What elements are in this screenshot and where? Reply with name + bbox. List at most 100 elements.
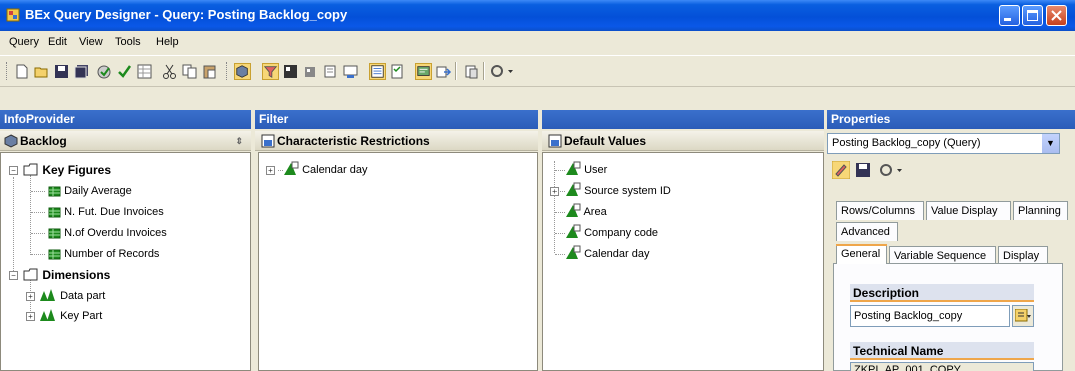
save-all-icon[interactable]	[73, 63, 90, 80]
dimension-icon	[40, 309, 55, 321]
cube-icon	[4, 134, 18, 148]
tab-value-display[interactable]: Value Display	[926, 201, 1011, 220]
key-figure-icon	[48, 228, 61, 239]
toolbar	[0, 55, 1075, 87]
properties-header: Properties	[827, 110, 1075, 129]
window-title: BEx Query Designer - Query: Posting Back…	[25, 7, 348, 22]
cut-icon[interactable]	[161, 63, 178, 80]
exceptions-icon[interactable]	[342, 63, 359, 80]
tools-dropdown-icon[interactable]	[489, 63, 515, 80]
description-label: Description	[850, 284, 1034, 302]
tools-dropdown-icon[interactable]	[878, 162, 904, 178]
expand-calendar-day-restriction[interactable]: +	[266, 166, 275, 175]
default-value-source-system-id[interactable]: Source system ID	[555, 182, 671, 200]
toolbar-separator	[455, 62, 457, 80]
menu-tools[interactable]: Tools	[115, 36, 141, 48]
tab-planning[interactable]: Planning	[1013, 201, 1068, 220]
toolbar-grip-2[interactable]	[226, 62, 229, 80]
folder-icon	[23, 268, 38, 281]
tasks-icon[interactable]	[389, 63, 406, 80]
folder-icon	[23, 163, 38, 176]
key-figure-icon	[48, 207, 61, 218]
check-icon[interactable]	[96, 63, 113, 80]
default-value-calendar-day[interactable]: Calendar day	[555, 245, 650, 263]
technical-name-field: ZKPI_AP_001_COPY	[850, 362, 1034, 371]
tree-node-key-figures[interactable]: Key Figures	[23, 161, 111, 179]
maximize-button[interactable]	[1022, 5, 1043, 26]
cells-icon[interactable]	[302, 63, 319, 80]
technical-name-label: Technical Name	[850, 342, 1034, 360]
toolbar-separator-2	[483, 62, 485, 80]
save-icon[interactable]	[855, 162, 871, 178]
tree-node-data-part[interactable]: Data part	[39, 287, 105, 305]
messages-icon[interactable]	[415, 63, 432, 80]
default-values-icon	[548, 134, 562, 148]
minimize-button[interactable]	[999, 5, 1020, 26]
default-values-header: Default Values	[542, 131, 824, 151]
properties-icon[interactable]	[369, 63, 386, 80]
check-query-icon[interactable]	[116, 63, 133, 80]
characteristic-restrictions-header: Characteristic Restrictions	[255, 131, 540, 151]
restriction-calendar-day[interactable]: Calendar day	[278, 161, 368, 179]
tree-node-n-of-overdu-invoices[interactable]: N.of Overdu Invoices	[31, 224, 167, 242]
expand-data-part[interactable]: +	[26, 292, 35, 301]
infoprovider-name: Backlog	[20, 134, 67, 148]
menu-query[interactable]: Query	[9, 36, 39, 48]
restrictions-icon	[261, 134, 275, 148]
default-value-company-code[interactable]: Company code	[555, 224, 658, 242]
copy-icon[interactable]	[181, 63, 198, 80]
characteristic-icon	[566, 203, 581, 217]
tree-node-n-fut-due-invoices[interactable]: N. Fut. Due Invoices	[31, 203, 164, 221]
default-value-area[interactable]: Area	[555, 203, 607, 221]
characteristic-restrictions-area[interactable]: + Calendar day	[258, 152, 538, 371]
tab-general[interactable]: General	[836, 244, 887, 264]
menu-help[interactable]: Help	[156, 36, 179, 48]
characteristic-icon	[566, 245, 581, 259]
menu-view[interactable]: View	[79, 36, 103, 48]
characteristic-icon	[566, 161, 581, 175]
chevron-down-icon[interactable]: ▼	[1041, 134, 1059, 153]
tree-node-daily-average[interactable]: Daily Average	[31, 182, 132, 200]
key-figure-icon	[48, 186, 61, 197]
infoprovider-section[interactable]: Backlog ⇕	[0, 131, 251, 151]
sort-icon[interactable]: ⇕	[235, 131, 243, 151]
tab-advanced[interactable]: Advanced	[836, 222, 898, 241]
filter-icon[interactable]	[262, 63, 279, 80]
characteristic-icon	[284, 161, 299, 175]
translate-icon	[1015, 309, 1031, 322]
paste-icon[interactable]	[201, 63, 218, 80]
save-icon[interactable]	[53, 63, 70, 80]
app-icon	[6, 8, 20, 22]
rows-columns-icon[interactable]	[282, 63, 299, 80]
table-icon[interactable]	[136, 63, 153, 80]
default-value-user[interactable]: User	[555, 161, 607, 179]
tree-node-number-of-records[interactable]: Number of Records	[31, 245, 159, 263]
menu-edit[interactable]: Edit	[48, 36, 67, 48]
default-values-area[interactable]: User + Source system ID Area Company cod…	[542, 152, 824, 371]
minimize-icon	[1004, 18, 1011, 21]
close-button[interactable]	[1046, 5, 1067, 26]
active-tab-indicator	[836, 244, 887, 246]
infoprovider-tree: − Key Figures Daily Average N. Fut. Due …	[0, 152, 251, 371]
open-icon[interactable]	[33, 63, 50, 80]
where-used-icon[interactable]	[435, 63, 452, 80]
expand-key-part[interactable]: +	[26, 312, 35, 321]
description-input[interactable]: Posting Backlog_copy	[850, 305, 1010, 327]
menu-bar: Query Edit View Tools Help	[0, 31, 1075, 53]
infoprovider-icon[interactable]	[234, 63, 251, 80]
toolbar-grip[interactable]	[6, 62, 9, 80]
characteristic-icon	[566, 182, 581, 196]
tree-node-key-part[interactable]: Key Part	[39, 307, 102, 325]
technical-names-icon[interactable]	[463, 63, 480, 80]
properties-object-select[interactable]: Posting Backlog_copy (Query) ▼	[827, 133, 1060, 154]
collapse-dimensions[interactable]: −	[9, 271, 18, 280]
conditions-icon[interactable]	[322, 63, 339, 80]
new-icon[interactable]	[13, 63, 30, 80]
collapse-key-figures[interactable]: −	[9, 166, 18, 175]
tab-rows-columns[interactable]: Rows/Columns	[836, 201, 924, 220]
tree-node-dimensions[interactable]: Dimensions	[23, 266, 110, 284]
description-translate-button[interactable]	[1012, 305, 1034, 327]
edit-properties-icon[interactable]	[832, 161, 850, 179]
dimension-icon	[40, 289, 55, 301]
maximize-icon	[1027, 10, 1038, 21]
